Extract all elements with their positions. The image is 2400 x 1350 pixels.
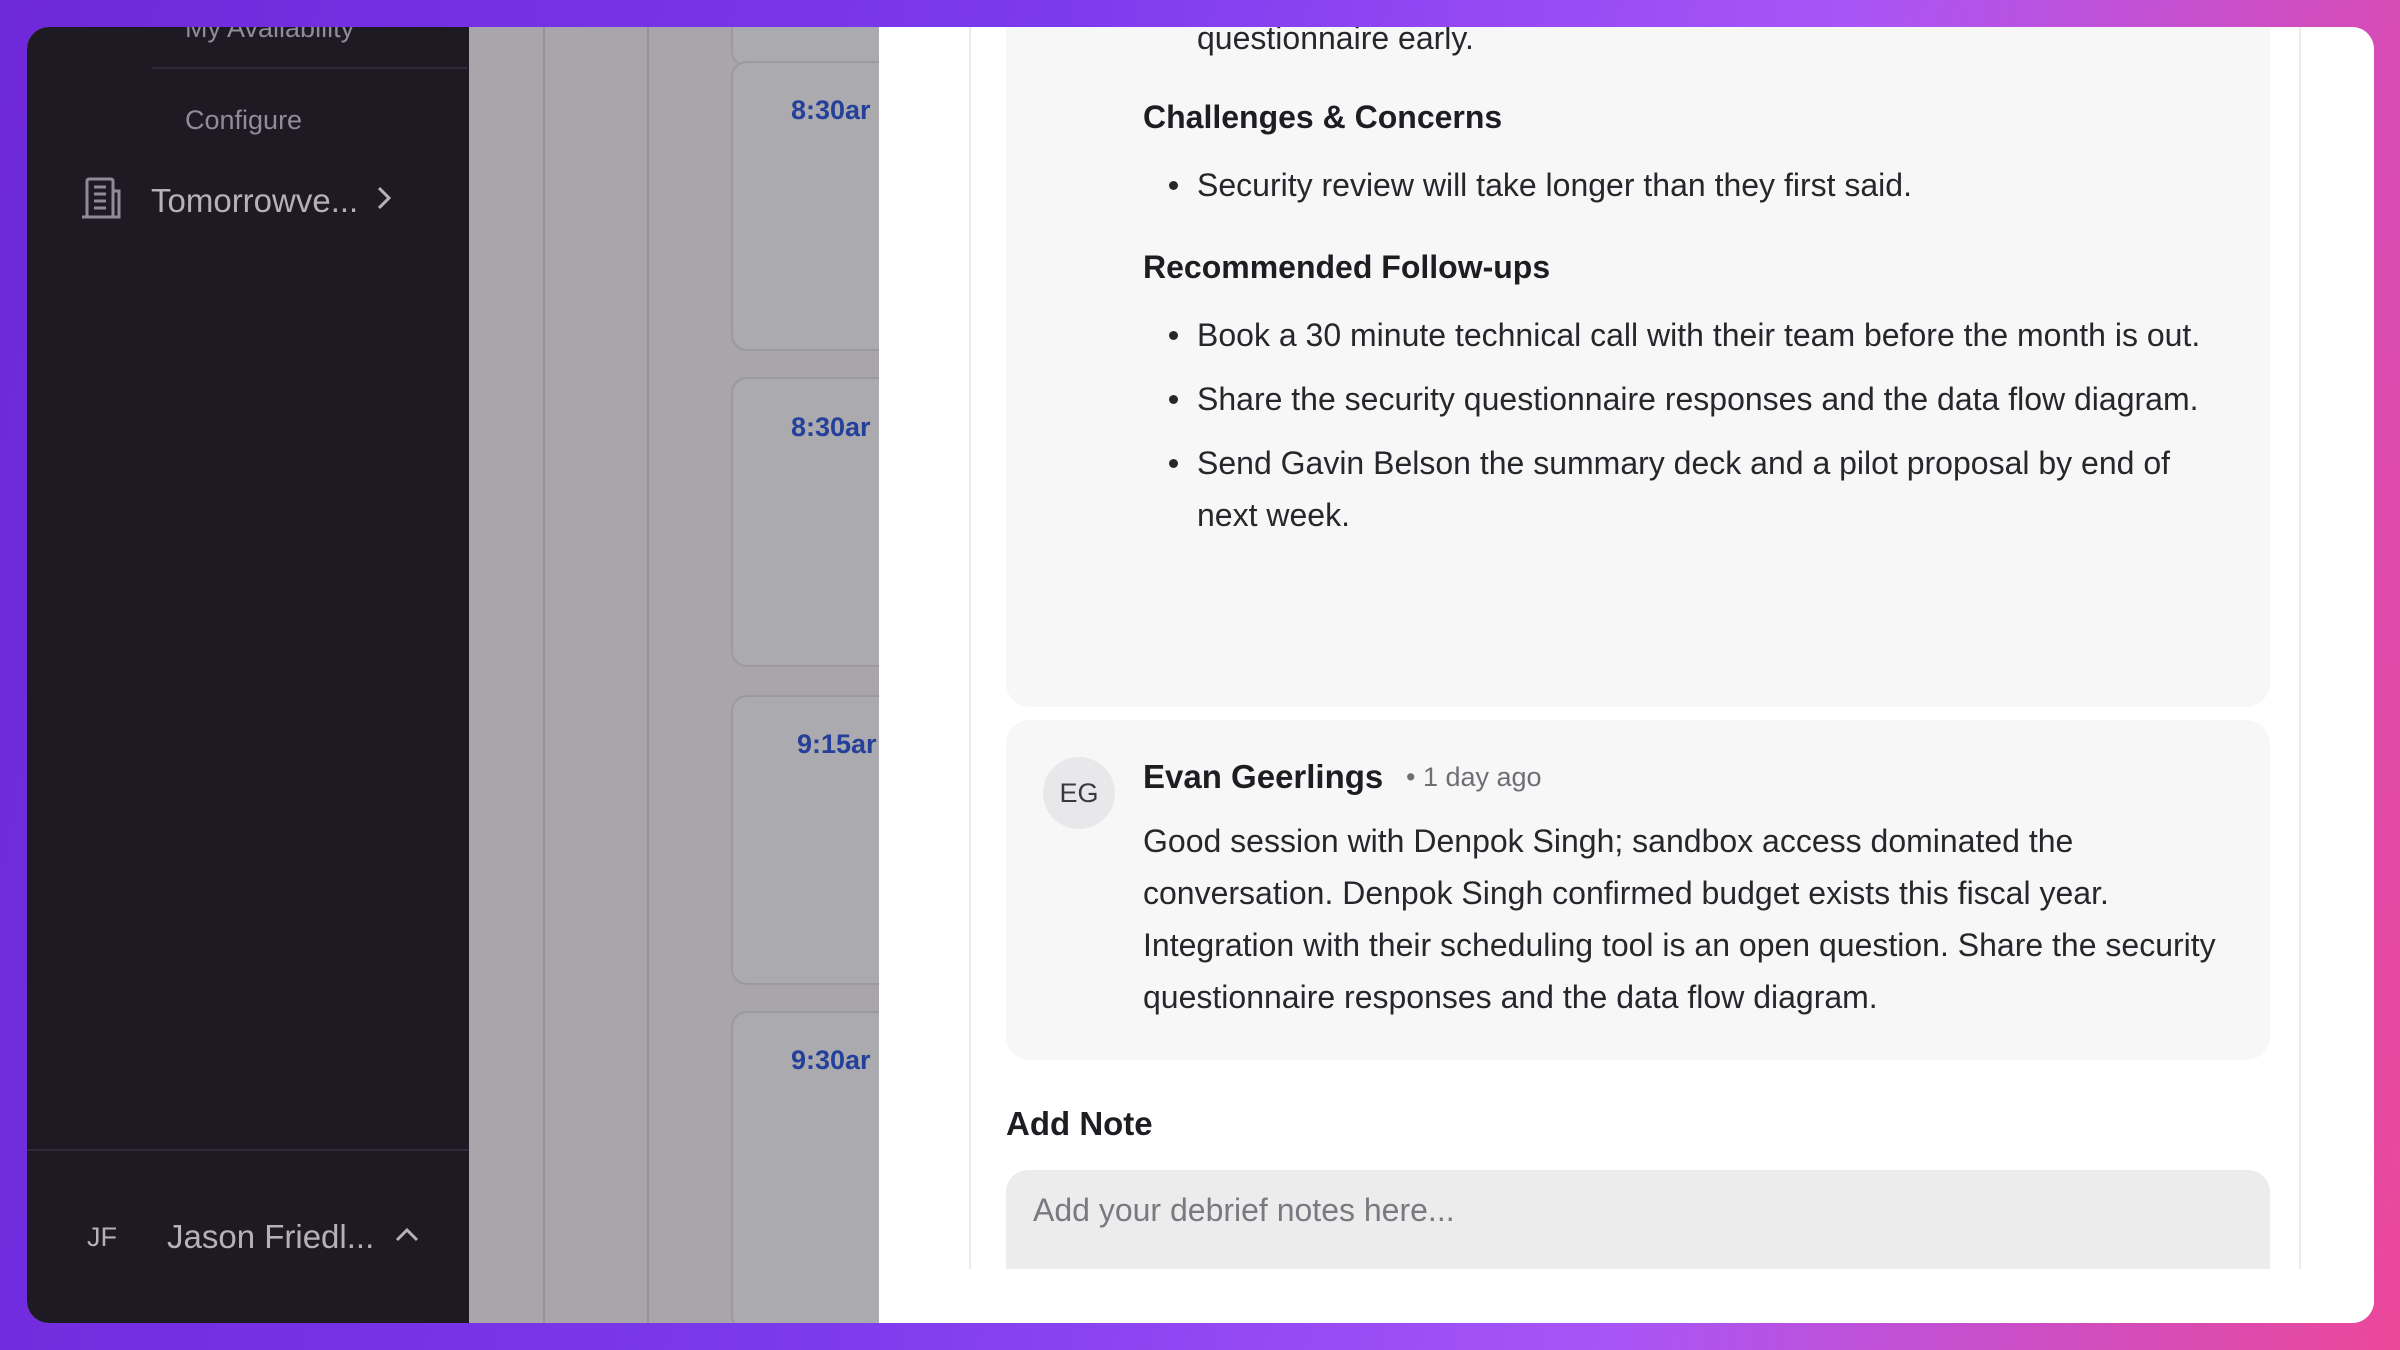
list-item: Share the security questionnaire respons… — [1143, 373, 2218, 425]
calendar-column-divider — [647, 27, 649, 1323]
app-window: My Availability Configure Tomorrowve... … — [27, 27, 2374, 1323]
user-name: Jason Friedl... — [167, 1218, 375, 1255]
user-menu[interactable]: JF Jason Friedl... — [27, 1149, 469, 1323]
avatar: EG — [1043, 757, 1115, 829]
sidebar-item-organization[interactable]: Tomorrowve... — [79, 175, 394, 226]
note-timestamp: • 1 day ago — [1406, 762, 1542, 792]
event-time: 9:15ar — [797, 729, 877, 759]
add-note-label: Add Note — [1006, 1105, 1153, 1142]
building-icon — [79, 175, 123, 226]
chevron-right-icon — [374, 184, 394, 217]
event-time: 8:30ar — [791, 95, 871, 125]
followups-list: Book a 30 minute technical call with the… — [1143, 309, 2218, 553]
list-item: Send Gavin Belson the summary deck and a… — [1143, 437, 2218, 541]
challenges-heading: Challenges & Concerns — [1143, 99, 1503, 135]
event-time: 9:30ar — [791, 1045, 871, 1075]
user-avatar: JF — [87, 1221, 117, 1252]
list-item: Security review will take longer than th… — [1143, 159, 2193, 211]
sidebar-divider — [152, 67, 467, 69]
panel-bottom-edge — [879, 1269, 2374, 1323]
list-item: Book a 30 minute technical call with the… — [1143, 309, 2218, 361]
chevron-up-icon — [394, 1226, 420, 1249]
debrief-note: EG Evan Geerlings • 1 day ago Good sessi… — [1006, 720, 2270, 1060]
organization-name: Tomorrowve... — [151, 181, 359, 219]
challenges-list: Security review will take longer than th… — [1143, 159, 2193, 223]
followups-heading: Recommended Follow-ups — [1143, 249, 1551, 285]
summary-intro-tail: questionnaire early. — [1197, 27, 1474, 56]
calendar-background: 8:30ar 8:30ar 9:15ar 9:30ar — [469, 27, 931, 1323]
note-body: Good session with Denpok Singh; sandbox … — [1143, 823, 2216, 1015]
note-author: Evan Geerlings — [1143, 758, 1384, 795]
meeting-detail-panel: questionnaire early. Challenges & Concer… — [879, 27, 2374, 1323]
sidebar-item-configure[interactable]: Configure — [185, 105, 302, 136]
event-time: 8:30ar — [791, 412, 871, 442]
sidebar-item-my-availability[interactable]: My Availability — [185, 27, 354, 44]
calendar-column-divider — [543, 27, 545, 1323]
sidebar: My Availability Configure Tomorrowve... … — [27, 27, 469, 1323]
